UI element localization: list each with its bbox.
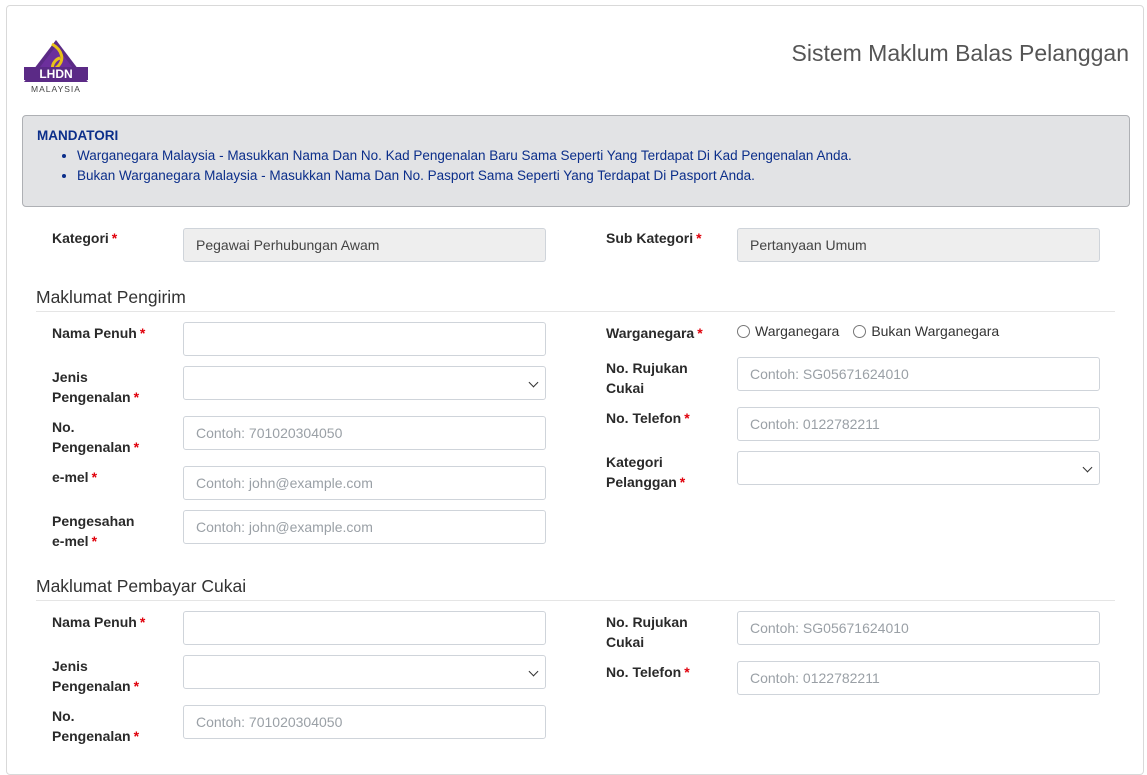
radio-circle-icon[interactable] xyxy=(853,324,867,338)
svg-text:LHDN: LHDN xyxy=(39,67,72,81)
notice-item: Bukan Warganegara Malaysia - Masukkan Na… xyxy=(77,166,1115,186)
kategori-field: Pegawai Perhubungan Awam xyxy=(183,228,546,262)
warganegara-radio-group: Warganegara Bukan Warganegara xyxy=(737,323,1009,339)
lhdn-logo: LHDN MALAYSIA xyxy=(22,38,92,96)
payer-rujukan-label: No. Rujukan Cukai xyxy=(606,614,688,650)
radio-warganegara[interactable]: Warganegara xyxy=(737,323,839,339)
kategori-pelanggan-label: Kategori Pelanggan * xyxy=(606,454,686,490)
sender-email-confirm-input[interactable]: Contoh: john@example.com xyxy=(183,510,546,544)
svg-text:MALAYSIA: MALAYSIA xyxy=(31,84,81,94)
sender-jenis-select[interactable] xyxy=(183,366,546,400)
sender-telefon-input[interactable]: Contoh: 0122782211 xyxy=(737,407,1100,441)
kategori-label: Kategori * xyxy=(52,230,118,246)
jenis-pengenalan-label: Jenis Pengenalan * xyxy=(52,369,140,405)
no-rujukan-cukai-label: No. Rujukan Cukai xyxy=(606,360,688,396)
payer-jenis-select[interactable] xyxy=(183,655,546,689)
sub-kategori-field: Pertanyaan Umum xyxy=(737,228,1100,262)
payer-jenis-label: Jenis Pengenalan * xyxy=(52,658,140,694)
payer-no-pengenalan-input[interactable]: Contoh: 701020304050 xyxy=(183,705,546,739)
nama-penuh-label: Nama Penuh * xyxy=(52,325,146,341)
notice-title: MANDATORI xyxy=(37,128,119,143)
payer-rujukan-input[interactable]: Contoh: SG05671624010 xyxy=(737,611,1100,645)
email-label: e-mel * xyxy=(52,469,98,485)
section-divider xyxy=(36,311,1115,312)
payer-no-pengenalan-label: No. Pengenalan * xyxy=(52,708,140,744)
section-divider xyxy=(36,600,1115,601)
kategori-pelanggan-select[interactable] xyxy=(737,451,1100,485)
sender-rujukan-input[interactable]: Contoh: SG05671624010 xyxy=(737,357,1100,391)
payer-nama-input[interactable] xyxy=(183,611,546,645)
sender-no-pengenalan-input[interactable]: Contoh: 701020304050 xyxy=(183,416,546,450)
mandatory-notice: MANDATORI Warganegara Malaysia - Masukka… xyxy=(22,115,1130,207)
radio-bukan-warganegara[interactable]: Bukan Warganegara xyxy=(853,323,999,339)
no-telefon-label: No. Telefon * xyxy=(606,410,690,426)
payer-nama-label: Nama Penuh * xyxy=(52,614,146,630)
notice-item: Warganegara Malaysia - Masukkan Nama Dan… xyxy=(77,146,1115,166)
payer-telefon-input[interactable]: Contoh: 0122782211 xyxy=(737,661,1100,695)
sender-email-input[interactable]: Contoh: john@example.com xyxy=(183,466,546,500)
sub-kategori-label: Sub Kategori * xyxy=(606,230,702,246)
section-title-pengirim: Maklumat Pengirim xyxy=(36,287,186,307)
warganegara-label: Warganegara * xyxy=(606,325,703,341)
radio-circle-icon[interactable] xyxy=(737,324,750,338)
no-pengenalan-label: No. Pengenalan * xyxy=(52,419,140,455)
app-title: Sistem Maklum Balas Pelanggan xyxy=(791,40,1130,66)
sender-nama-input[interactable] xyxy=(183,322,546,356)
section-title-pembayar: Maklumat Pembayar Cukai xyxy=(36,576,247,596)
email-confirm-label: Pengesahan e-mel * xyxy=(52,513,135,549)
payer-telefon-label: No. Telefon * xyxy=(606,664,690,680)
